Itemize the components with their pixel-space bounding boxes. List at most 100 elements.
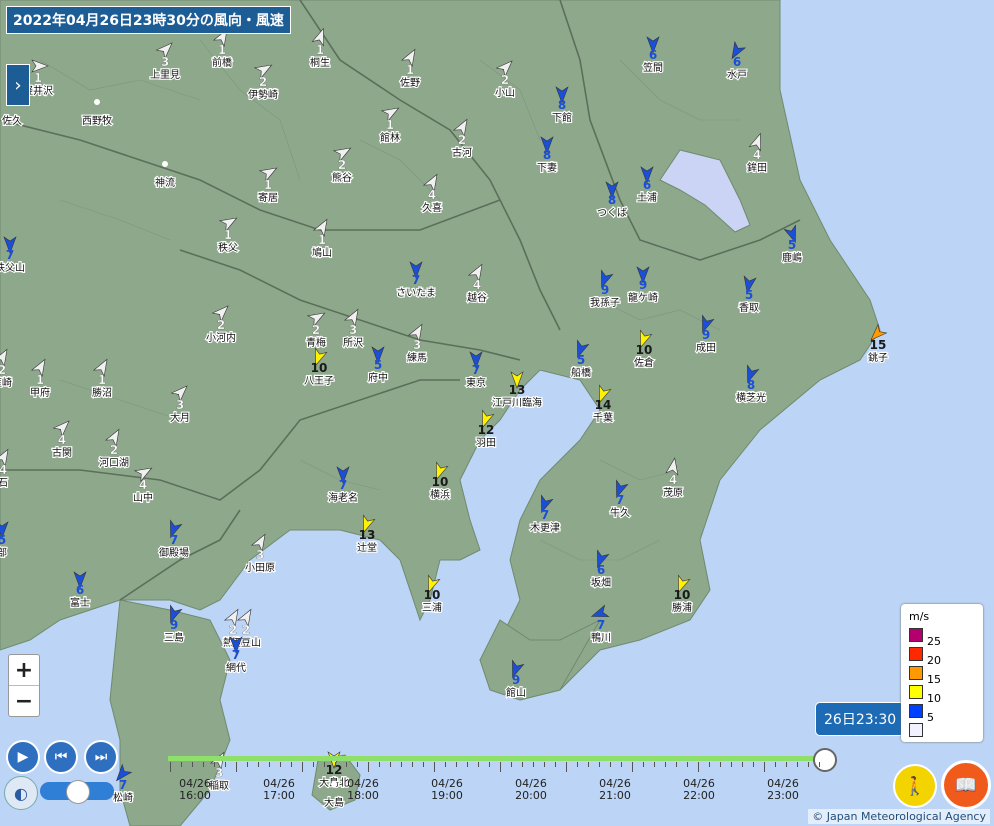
station-name: 網代 xyxy=(226,661,246,674)
station-name: つくば xyxy=(597,207,627,219)
station-name: 鉾田 xyxy=(747,161,767,174)
station-name: 古関 xyxy=(52,446,72,459)
timeline-tick xyxy=(214,762,215,767)
station-name: 越谷 xyxy=(467,291,487,304)
wind-speed: 2 xyxy=(312,323,320,337)
station-name: 秩父 xyxy=(218,242,238,254)
legend-label: 20 xyxy=(927,654,941,667)
timeline-tick xyxy=(203,762,204,767)
station-name: 坂畑 xyxy=(591,576,611,589)
wind-speed: 12 xyxy=(478,423,495,437)
timeline-label-time: 19:00 xyxy=(431,789,463,802)
station-name: 茂原 xyxy=(663,486,683,499)
zoom-control: + − xyxy=(8,654,40,717)
timeline-tick xyxy=(500,762,501,772)
wind-speed: 1 xyxy=(224,228,232,242)
station-name: 小田原 xyxy=(245,562,275,574)
timeline-tick xyxy=(291,762,292,767)
station-name: 船橋 xyxy=(571,366,591,379)
wind-speed: 7 xyxy=(541,508,549,522)
station-name: 江戸川臨海 xyxy=(492,396,542,409)
timeline-tick xyxy=(720,762,721,767)
station-name: 海老名 xyxy=(328,491,358,504)
timeline-tick xyxy=(533,762,534,767)
timeline-tick xyxy=(412,762,413,767)
wind-speed: 6 xyxy=(76,583,84,597)
manual-button[interactable]: 📖 xyxy=(941,760,991,810)
timeline-bar[interactable] xyxy=(168,756,824,761)
legend-unit: m/s xyxy=(909,610,930,623)
wind-speed: 2 xyxy=(338,158,346,172)
timeline-tick xyxy=(170,762,171,772)
help-button[interactable]: 🚶 xyxy=(893,764,937,808)
timeline-label: 04/26 19:00 xyxy=(422,778,472,802)
timeline-tick xyxy=(456,762,457,767)
legend: m/s 25 20 15 10 5 xyxy=(901,604,983,742)
wind-speed: 4 xyxy=(753,148,761,162)
wind-speed: 8 xyxy=(747,378,755,392)
timeline-tick xyxy=(775,762,776,767)
wind-speed: 4 xyxy=(139,478,147,492)
wind-speed: 3 xyxy=(256,548,264,562)
wind-speed: 4 xyxy=(58,433,66,447)
station-name: 青梅 xyxy=(306,336,326,349)
timeline-tick xyxy=(357,762,358,767)
station-name: 府中 xyxy=(368,371,388,384)
wind-speed: 4 xyxy=(0,463,7,477)
opacity-slider-knob[interactable] xyxy=(66,780,90,804)
opacity-icon: ◐ xyxy=(14,783,28,803)
timeline-tick xyxy=(192,762,193,767)
wind-speed: 7 xyxy=(232,648,240,662)
play-button[interactable]: ▶ xyxy=(6,740,40,774)
station-name: 小山 xyxy=(495,87,515,99)
calm-dot-icon xyxy=(94,99,100,105)
station-name: 千葉 xyxy=(593,411,613,424)
wind-speed: 9 xyxy=(512,673,520,687)
step-back-button[interactable]: ⏮ xyxy=(44,740,78,774)
station-name: 寄居 xyxy=(258,191,278,204)
station-name: 桐生 xyxy=(310,56,330,69)
timeline-tick xyxy=(511,762,512,767)
wind-speed: 10 xyxy=(432,475,449,489)
station-name: 松崎 xyxy=(113,791,133,804)
station-name: 韮崎 xyxy=(0,376,12,389)
station-name: 東京 xyxy=(466,376,486,389)
timeline-knob[interactable] xyxy=(813,748,837,772)
wind-speed: 3 xyxy=(413,338,421,352)
legend-label: 15 xyxy=(927,673,941,686)
timeline-tick xyxy=(247,762,248,767)
station-name: 香取 xyxy=(739,302,759,314)
timeline-tick xyxy=(610,762,611,767)
opacity-button[interactable]: ◐ xyxy=(4,776,38,810)
wind-speed: 6 xyxy=(649,48,657,62)
timeline-current-time: 26日23:30 xyxy=(815,702,906,736)
legend-swatch xyxy=(909,685,923,699)
copyright: © Japan Meteorological Agency xyxy=(808,809,990,824)
station-name: 勝沼 xyxy=(92,386,112,399)
wind-speed: 5 xyxy=(0,533,6,547)
timeline-tick xyxy=(522,762,523,767)
zoom-in-button[interactable]: + xyxy=(9,655,39,685)
timeline-tick xyxy=(632,762,633,772)
timeline-label: 04/26 17:00 xyxy=(254,778,304,802)
timeline-tick xyxy=(434,762,435,772)
wind-speed: 1 xyxy=(34,71,42,85)
station-name: 上里見 xyxy=(150,69,180,81)
wind-speed: 5 xyxy=(745,288,753,302)
station-name: 成田 xyxy=(696,342,716,354)
station-name: 久喜 xyxy=(422,201,442,214)
wind-speed: 1 xyxy=(406,63,414,77)
side-panel-toggle[interactable]: › xyxy=(6,64,30,106)
timeline-label: 04/26 23:00 xyxy=(758,778,808,802)
step-forward-button[interactable]: ⏭ xyxy=(84,740,118,774)
wind-speed: 4 xyxy=(473,278,481,292)
station-name: 土浦 xyxy=(637,191,657,204)
wind-speed: 3 xyxy=(161,55,169,69)
wind-speed: 12 xyxy=(326,763,343,777)
station-name: 木更津 xyxy=(530,522,560,534)
timeline-label-time: 20:00 xyxy=(515,789,547,802)
legend-swatch xyxy=(909,628,923,642)
zoom-out-button[interactable]: − xyxy=(9,685,39,716)
timeline-tick xyxy=(742,762,743,767)
timeline-tick xyxy=(225,762,226,767)
